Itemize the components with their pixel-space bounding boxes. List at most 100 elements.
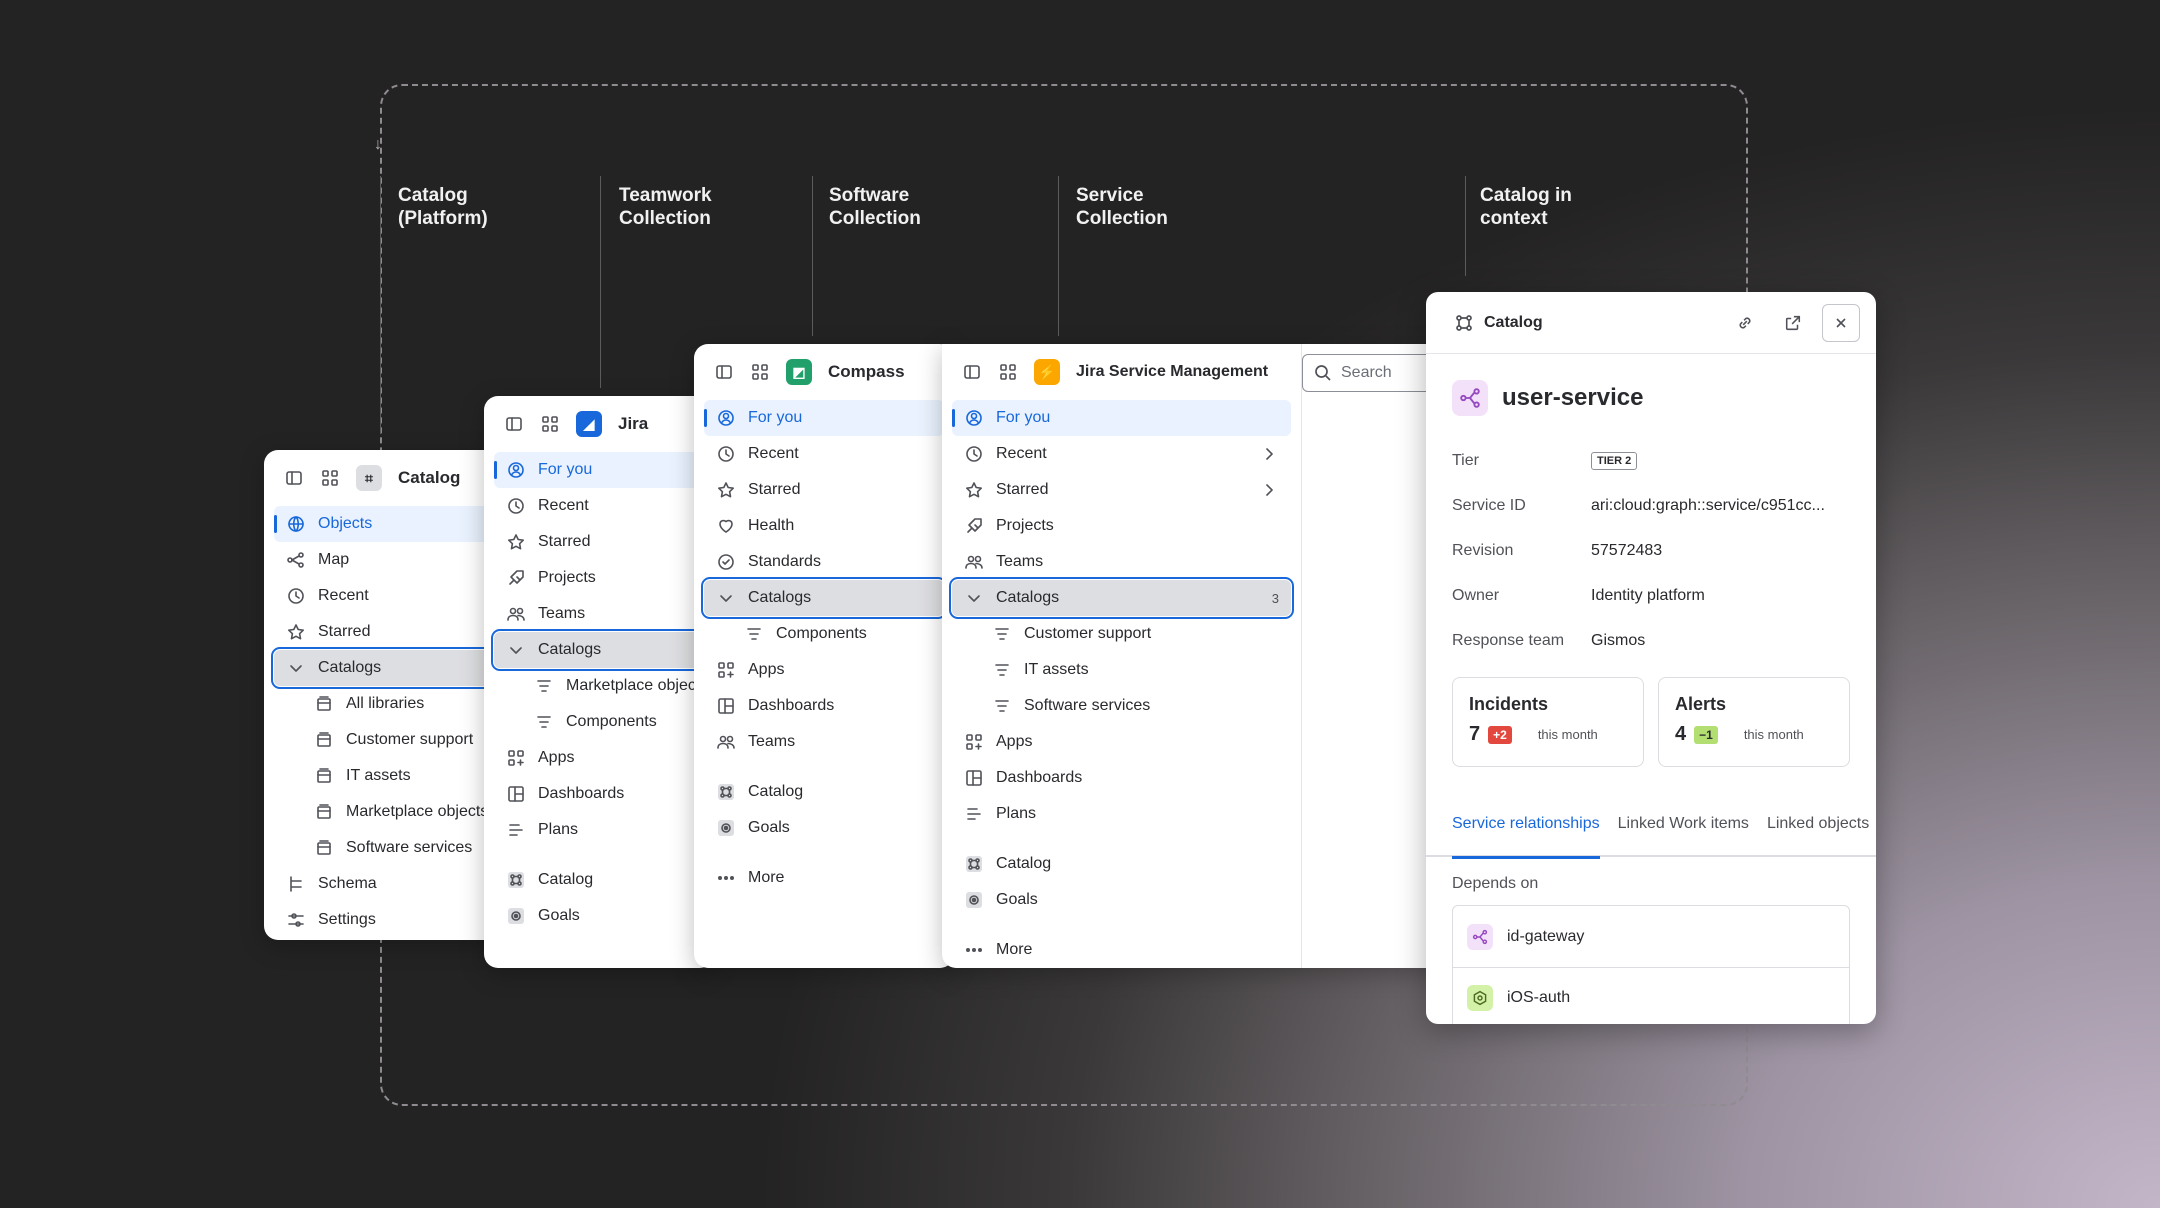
incidents-card[interactable]: Incidents 7 +2 this month [1452, 677, 1644, 767]
sidebar-item-more[interactable]: More [952, 932, 1291, 968]
sidebar-item-more[interactable]: More [704, 860, 944, 896]
sidebar-item-dashboards[interactable]: Dashboards [494, 776, 704, 812]
sidebar-item-it-assets[interactable]: IT assets [952, 652, 1291, 688]
app-name: Jira [618, 414, 649, 433]
sidebar-item-for-you[interactable]: For you [704, 400, 944, 436]
sidebar-item-software-services[interactable]: Software services [274, 830, 494, 866]
sidebar-item-catalogs[interactable]: Catalogs [271, 647, 497, 689]
app-switcher-icon[interactable] [320, 468, 340, 488]
sidebar-item-starred[interactable]: Starred [704, 472, 944, 508]
sidebar-item-label: Dashboards [996, 769, 1083, 786]
sidebar-toggle-icon[interactable] [504, 414, 524, 434]
tab-linked-work-items[interactable]: Linked Work items [1618, 815, 1749, 857]
sidebar-item-goals[interactable]: Goals [952, 882, 1291, 918]
sidebar-item-dashboards[interactable]: Dashboards [952, 760, 1291, 796]
sidebar-item-components[interactable]: Components [704, 616, 944, 652]
sidebar-item-apps[interactable]: Apps [952, 724, 1291, 760]
sidebar-item-it-assets[interactable]: IT assets [274, 758, 494, 794]
sidebar-item-starred[interactable]: Starred [952, 472, 1291, 508]
dependency-item[interactable]: iOS-auth [1453, 967, 1849, 1024]
sidebar-item-catalog[interactable]: Catalog [952, 846, 1291, 882]
sidebar-item-components[interactable]: Components [494, 704, 704, 740]
tier-badge: TIER 2 [1591, 451, 1638, 470]
library-icon [314, 766, 334, 786]
chevron-down-icon [286, 658, 306, 678]
sidebar-item-plans[interactable]: Plans [494, 812, 704, 848]
sidebar-item-customer-support[interactable]: Customer support [274, 722, 494, 758]
sidebar-item-label: More [996, 941, 1033, 958]
sidebar-item-catalogs[interactable]: Catalogs 3 [949, 577, 1294, 619]
sidebar-item-health[interactable]: Health [704, 508, 944, 544]
more-icon [716, 868, 736, 888]
sidebar-item-recent[interactable]: Recent [704, 436, 944, 472]
filter-icon [744, 624, 764, 644]
star-icon [506, 532, 526, 552]
sidebar-item-teams[interactable]: Teams [494, 596, 704, 632]
side-panel-title: Catalog [1484, 313, 1543, 331]
sidebar-item-teams[interactable]: Teams [704, 724, 944, 760]
catalog-side-panel: Catalog user-service Tier TIER 2 Service … [1426, 292, 1876, 1024]
sidebar-item-catalog[interactable]: Catalog [494, 862, 704, 898]
sidebar-item-label: Goals [996, 891, 1038, 908]
tab-service-relationships[interactable]: Service relationships [1452, 815, 1600, 859]
sidebar-item-schema[interactable]: Schema [274, 866, 494, 902]
app-switcher-icon[interactable] [750, 362, 770, 382]
sidebar-item-objects[interactable]: Objects [274, 506, 494, 542]
sidebar-item-for-you[interactable]: For you [494, 452, 704, 488]
metric-cards: Incidents 7 +2 this month Alerts 4 −1 this m… [1426, 663, 1876, 767]
sidebar-item-for-you[interactable]: For you [952, 400, 1291, 436]
sidebar-item-apps[interactable]: Apps [494, 740, 704, 776]
card-title: Incidents [1469, 694, 1549, 714]
sidebar-item-label: Map [318, 551, 350, 568]
sidebar-item-catalogs[interactable]: Catalogs [491, 629, 707, 671]
sidebar-item-projects[interactable]: Projects [494, 560, 704, 596]
sidebar-item-catalog[interactable]: Catalog [704, 774, 944, 810]
map-icon [286, 550, 306, 570]
panel-header: ⚡ Jira Service Management [942, 344, 1301, 400]
filter-icon [534, 712, 554, 732]
sidebar-item-map[interactable]: Map [274, 542, 494, 578]
sidebar-item-projects[interactable]: Projects [952, 508, 1291, 544]
chevron-right-icon[interactable] [1259, 444, 1279, 464]
clock-icon [286, 586, 306, 606]
app-switcher-icon[interactable] [540, 414, 560, 434]
dependency-item[interactable]: id-gateway [1453, 906, 1849, 967]
depends-on-label: Depends on [1452, 875, 1539, 892]
sidebar-item-starred[interactable]: Starred [274, 614, 494, 650]
sidebar-item-label: Recent [996, 445, 1047, 462]
app-switcher-icon[interactable] [998, 362, 1018, 382]
sidebar-item-catalogs[interactable]: Catalogs [701, 577, 947, 619]
sidebar-item-settings[interactable]: Settings [274, 902, 494, 938]
open-external-icon[interactable] [1774, 304, 1812, 342]
sidebar-item-label: Objects [318, 515, 373, 532]
alerts-card[interactable]: Alerts 4 −1 this month [1658, 677, 1850, 767]
sidebar-item-marketplace-objects[interactable]: Marketplace objects [274, 794, 494, 830]
sidebar-item-all-libraries[interactable]: All libraries [274, 686, 494, 722]
link-icon[interactable] [1726, 304, 1764, 342]
sidebar-item-software-services[interactable]: Software services [952, 688, 1291, 724]
sidebar-item-customer-support[interactable]: Customer support [952, 616, 1291, 652]
sidebar-item-recent[interactable]: Recent [952, 436, 1291, 472]
sidebar-item-apps[interactable]: Apps [704, 652, 944, 688]
field-label: Revision [1452, 541, 1514, 559]
sidebar-toggle-icon[interactable] [962, 362, 982, 382]
sidebar-item-label: All libraries [346, 695, 425, 712]
app-name: Catalog [398, 468, 461, 487]
sidebar-item-teams[interactable]: Teams [952, 544, 1291, 580]
sidebar-item-dashboards[interactable]: Dashboards [704, 688, 944, 724]
sidebar-item-recent[interactable]: Recent [494, 488, 704, 524]
tab-linked-objects[interactable]: Linked objects [1767, 815, 1869, 857]
sidebar-toggle-icon[interactable] [714, 362, 734, 382]
sidebar-item-plans[interactable]: Plans [952, 796, 1291, 832]
sidebar-item-standards[interactable]: Standards [704, 544, 944, 580]
sidebar-item-marketplace-objects[interactable]: Marketplace objects [494, 668, 708, 704]
sidebar-item-starred[interactable]: Starred [494, 524, 704, 560]
sidebar-item-goals[interactable]: Goals [704, 810, 944, 846]
sidebar-item-label: For you [996, 409, 1051, 426]
sidebar-item-label: IT assets [1024, 661, 1089, 678]
sidebar-toggle-icon[interactable] [284, 468, 304, 488]
sidebar-item-recent[interactable]: Recent [274, 578, 494, 614]
sidebar-item-goals[interactable]: Goals [494, 898, 704, 934]
chevron-right-icon[interactable] [1259, 480, 1279, 500]
close-button[interactable] [1822, 303, 1860, 342]
